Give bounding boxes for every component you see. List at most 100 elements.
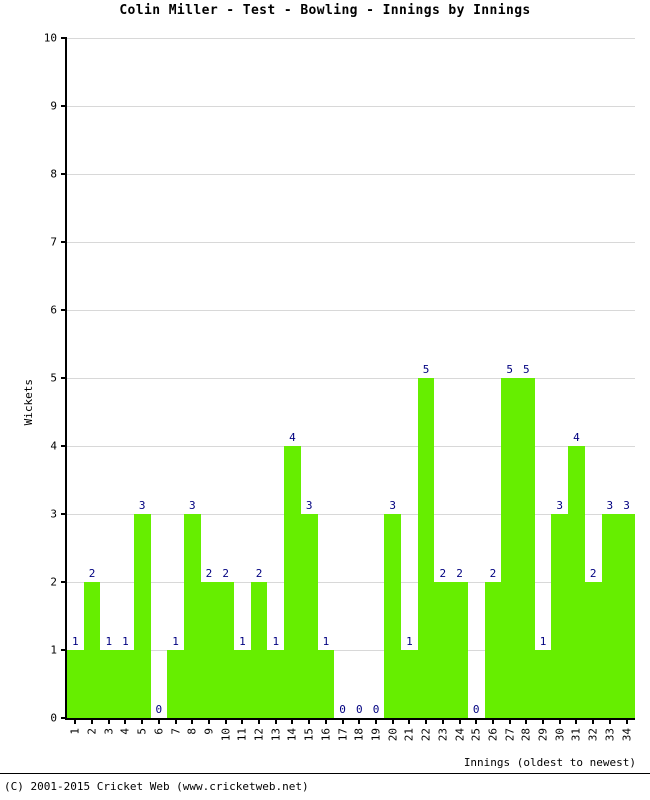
- bar: [217, 582, 235, 718]
- x-axis-label: 23: [436, 728, 450, 742]
- x-axis-tick: [625, 718, 628, 724]
- x-axis-tick: [491, 718, 494, 724]
- bar-value-label: 4: [573, 431, 580, 444]
- bar-value-label: 2: [489, 567, 497, 580]
- bar-value-label: 0: [472, 703, 480, 716]
- bar-slot: 1 13: [267, 38, 285, 741]
- bar-value-label: 2: [88, 567, 96, 580]
- bar-slot: 1 16: [317, 38, 335, 741]
- x-axis-label: 1: [68, 728, 82, 735]
- y-axis-label: 5: [50, 371, 57, 385]
- bar: [401, 650, 418, 718]
- x-axis-tick: [441, 718, 444, 724]
- x-axis-label: 16: [319, 728, 333, 742]
- copyright-text: (C) 2001-2015 Cricket Web (www.cricketwe…: [4, 780, 309, 793]
- bar: [451, 582, 468, 718]
- bar-slot: 14: [117, 38, 134, 735]
- x-axis-label: 10: [219, 728, 233, 742]
- x-axis-tick: [274, 718, 277, 724]
- x-axis-tick: [141, 718, 144, 724]
- x-axis-label: 33: [603, 728, 617, 742]
- bar: [300, 514, 318, 718]
- bar-value-label: 5: [506, 363, 513, 376]
- y-axis-label: 4: [50, 439, 57, 453]
- bar-slot: 2 32: [584, 38, 602, 741]
- bar-value-label: 1: [72, 635, 79, 648]
- x-axis-tick: [291, 718, 294, 724]
- y-axis-label: 3: [50, 507, 57, 521]
- x-axis-tick: [475, 718, 478, 724]
- bar-slot: 35: [133, 38, 151, 735]
- x-axis-label: 26: [486, 728, 500, 742]
- bar-value-label: 0: [355, 703, 363, 716]
- bar-slot: 11: [67, 38, 84, 735]
- x-axis-tick: [258, 718, 261, 724]
- bar-slot: 5 27: [501, 38, 518, 741]
- bar-slot: 0 18: [351, 38, 368, 741]
- bar: [284, 446, 301, 718]
- bar-slot: 3 34: [618, 38, 635, 741]
- bar-slot: 3 15: [300, 38, 318, 741]
- bar-slot: 06: [151, 38, 168, 735]
- bar-slot: 2 10: [217, 38, 235, 741]
- x-axis-tick: [542, 718, 545, 724]
- bar-value-label: 3: [556, 499, 564, 512]
- y-axis-label: 7: [50, 235, 57, 249]
- x-axis-label: 6: [152, 728, 166, 735]
- footer-divider: [0, 773, 650, 774]
- bar: [200, 582, 218, 718]
- bar-slot: 29: [200, 38, 218, 735]
- y-axis-label: 9: [50, 99, 57, 113]
- bar: [434, 582, 452, 718]
- bar-slot: 13: [100, 38, 118, 735]
- bar: [601, 514, 619, 718]
- x-axis-tick: [391, 718, 394, 724]
- x-axis-label: 28: [519, 728, 533, 742]
- x-axis-tick: [91, 718, 94, 724]
- bar-value-label: 2: [255, 567, 263, 580]
- x-axis-tick: [525, 718, 528, 724]
- x-axis-label: 2: [85, 728, 99, 735]
- bar-value-label: 3: [623, 499, 630, 512]
- bar-value-label: 3: [138, 499, 146, 512]
- bar-slot: 38: [183, 38, 201, 735]
- y-axis-label: 10: [43, 31, 57, 45]
- bar-slot: 1 21: [401, 38, 418, 741]
- bar: [83, 582, 101, 718]
- x-axis-tick: [207, 718, 210, 724]
- bar-slot: 3 20: [384, 38, 402, 741]
- x-axis-title: Innings (oldest to newest): [463, 756, 636, 769]
- bar-slot: 4 31: [568, 38, 585, 741]
- x-axis-tick: [157, 718, 160, 724]
- x-axis-label: 7: [169, 728, 183, 735]
- bar-value-label: 2: [222, 567, 229, 580]
- bar-slot: 5 22: [417, 38, 435, 741]
- x-axis-tick: [375, 718, 377, 724]
- bar-slot: 3 30: [551, 38, 569, 741]
- bar-value-label: 1: [539, 635, 547, 648]
- bar-slot: 3 33: [601, 38, 619, 741]
- y-axis-label: 8: [50, 167, 57, 181]
- bar: [267, 650, 285, 718]
- bar-value-label: 0: [372, 703, 380, 716]
- bar: [568, 446, 585, 718]
- x-axis-label: 22: [419, 728, 433, 742]
- x-axis-tick: [425, 718, 428, 724]
- bar-slot: 0 17: [334, 38, 351, 741]
- x-axis-label: 12: [252, 728, 266, 742]
- bar-value-label: 2: [456, 567, 463, 580]
- bar-value-label: 2: [439, 567, 447, 580]
- x-axis-tick: [308, 718, 311, 724]
- bar-value-label: 2: [589, 567, 597, 580]
- bar: [317, 650, 335, 718]
- bar: [517, 378, 535, 718]
- bar-value-label: 3: [188, 499, 196, 512]
- bar: [584, 582, 602, 718]
- x-axis-tick: [341, 718, 344, 724]
- y-axis-title: Wickets: [22, 379, 35, 426]
- x-axis-label: 15: [302, 728, 316, 742]
- x-axis-label: 4: [118, 728, 132, 735]
- bar-value-label: 1: [406, 635, 413, 648]
- x-axis-tick: [358, 718, 361, 724]
- bowling-innings-chart: Colin Miller - Test - Bowling - Innings …: [0, 0, 650, 800]
